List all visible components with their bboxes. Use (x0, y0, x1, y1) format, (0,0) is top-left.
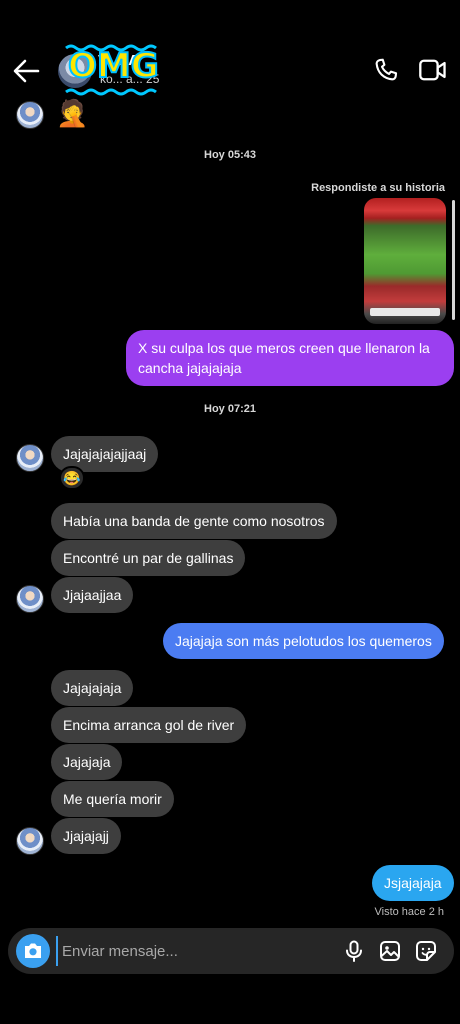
story-caption (370, 308, 440, 316)
timestamp: Hoy 07:21 (204, 403, 256, 415)
message-input[interactable] (56, 936, 286, 966)
message-reaction[interactable]: 😂 (59, 466, 85, 490)
arrow-left-icon[interactable] (10, 56, 42, 86)
incoming-message[interactable]: Jajajajaja (51, 670, 134, 706)
timestamp: Hoy 05:43 (204, 149, 256, 161)
contact-username: ko... a... 25 (100, 72, 160, 86)
incoming-message[interactable]: Jjajajajj (51, 818, 121, 854)
story-thumbnail[interactable] (364, 198, 446, 324)
camera-icon (25, 943, 41, 958)
incoming-message[interactable]: Jajajaja (51, 744, 123, 780)
contact-avatar-small[interactable] (16, 827, 44, 855)
seen-status: Visto hace 2 h (374, 906, 444, 918)
contact-avatar-small[interactable] (16, 585, 44, 613)
contact-avatar-small[interactable] (16, 444, 44, 472)
incoming-message[interactable]: Jjajaajjaa (51, 577, 134, 613)
story-reply-bar (452, 200, 455, 320)
phone-icon[interactable] (372, 56, 400, 84)
message-composer (8, 928, 454, 974)
video-camera-icon[interactable] (418, 56, 448, 84)
facepalm-emoji: 🤦 (56, 98, 89, 128)
outgoing-message[interactable]: Jajajaja son más pelotudos los quemeros (163, 623, 444, 659)
incoming-message[interactable]: Encima arranca gol de river (51, 707, 247, 743)
incoming-message[interactable]: Encontré un par de gallinas (51, 540, 246, 576)
contact-avatar[interactable] (58, 54, 92, 88)
microphone-icon[interactable] (342, 939, 366, 963)
image-icon[interactable] (378, 939, 402, 963)
contact-name[interactable]: V...LA (98, 52, 139, 69)
sticker-icon[interactable] (414, 939, 438, 963)
outgoing-message[interactable]: Jsjajajaja (372, 865, 454, 901)
incoming-message[interactable]: Había una banda de gente como nosotros (51, 503, 337, 539)
contact-avatar-small[interactable] (16, 101, 44, 129)
incoming-message[interactable]: Me quería morir (51, 781, 174, 817)
outgoing-message[interactable]: X su culpa los que meros creen que llena… (126, 330, 454, 386)
story-reply-label: Respondiste a su historia (311, 182, 445, 194)
camera-button[interactable] (16, 934, 50, 968)
